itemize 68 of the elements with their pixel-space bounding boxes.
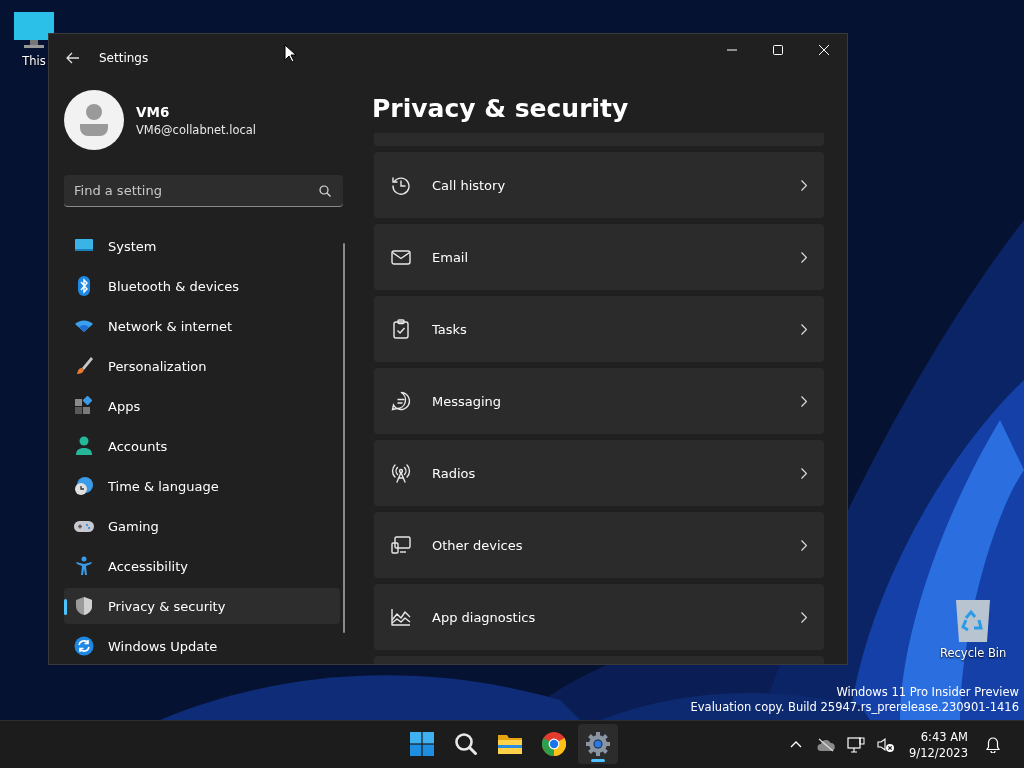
nav-item[interactable]: Gaming <box>64 508 340 544</box>
chart-icon <box>391 607 411 627</box>
nav-item[interactable]: Apps <box>64 388 340 424</box>
account-email: VM6@collabnet.local <box>136 122 257 137</box>
chevron-right-icon <box>801 467 807 479</box>
nav-item[interactable]: Personalization <box>64 348 340 384</box>
chevron-right-icon <box>801 251 807 263</box>
cloud-off-icon[interactable] <box>817 737 836 752</box>
window-title: Settings <box>99 51 149 65</box>
devices-icon <box>391 535 411 555</box>
speaker-muted-icon[interactable] <box>877 736 896 753</box>
nav-item[interactable]: System <box>64 228 340 264</box>
nav-item[interactable]: Time & language <box>64 468 340 504</box>
search-icon <box>319 185 331 197</box>
history-icon <box>391 175 411 195</box>
nav-item[interactable]: Privacy & security <box>64 588 340 624</box>
close-icon[interactable] <box>819 45 829 55</box>
scrollbar[interactable] <box>343 243 345 633</box>
settings-card[interactable]: App diagnostics <box>374 584 824 650</box>
mail-icon <box>391 247 411 267</box>
mouse-cursor-icon <box>284 44 296 63</box>
desktop-icon-label[interactable]: Recycle Bin <box>940 646 1007 660</box>
nav-item[interactable]: Network & internet <box>64 308 340 344</box>
page-heading: Privacy & security <box>372 93 630 125</box>
chevron-right-icon <box>801 611 807 623</box>
refresh-icon <box>74 636 94 656</box>
account-name: VM6 <box>136 103 171 120</box>
search-field[interactable]: Find a setting <box>64 175 343 207</box>
chevron-right-icon <box>801 395 807 407</box>
taskbar-button[interactable] <box>578 724 618 764</box>
browser-icon <box>542 732 566 756</box>
settings-card[interactable]: Messaging <box>374 368 824 434</box>
person-icon <box>74 436 94 456</box>
start-icon <box>410 732 434 756</box>
nav-item[interactable]: Accounts <box>64 428 340 464</box>
nav-item[interactable]: Accessibility <box>64 548 340 584</box>
bell-icon[interactable] <box>986 736 1000 753</box>
nav-item[interactable]: Windows Update <box>64 628 340 664</box>
chevron-right-icon <box>801 323 807 335</box>
maximize-icon[interactable] <box>773 45 783 55</box>
clock-date[interactable]: 9/12/2023 <box>909 744 968 761</box>
accessibility-icon <box>74 556 94 576</box>
monitor-icon[interactable] <box>12 12 56 50</box>
avatar-icon <box>64 90 124 150</box>
clock-globe-icon <box>74 476 94 496</box>
settings-card[interactable]: Email <box>374 224 824 290</box>
desktop-icon-label[interactable]: This <box>22 54 46 68</box>
chevron-right-icon <box>801 539 807 551</box>
settings-card[interactable]: Radios <box>374 440 824 506</box>
network-icon[interactable] <box>847 736 866 753</box>
settings-card[interactable]: Call history <box>374 152 824 218</box>
folder-icon <box>497 733 523 755</box>
apps-icon <box>74 396 94 416</box>
paintbrush-icon <box>74 356 94 376</box>
clock-time[interactable]: 6:43 AM <box>920 728 968 745</box>
antenna-icon <box>391 463 411 483</box>
chevron-right-icon <box>801 179 807 191</box>
chevron-up-icon[interactable] <box>790 741 803 748</box>
nav-item[interactable]: Bluetooth & devices <box>64 268 340 304</box>
shield-icon <box>74 596 94 616</box>
settings-card[interactable]: Other devices <box>374 512 824 578</box>
search-icon <box>454 732 478 756</box>
recycle-bin-icon[interactable] <box>954 598 993 642</box>
clipboard-check-icon <box>391 319 411 339</box>
gear-icon <box>586 732 610 756</box>
watermark-text: Windows 11 Pro Insider Preview <box>836 685 1019 700</box>
watermark-text: Evaluation copy. Build 25947.rs_prerelease.230901-1416 <box>690 700 1019 715</box>
settings-card[interactable]: Tasks <box>374 296 824 362</box>
